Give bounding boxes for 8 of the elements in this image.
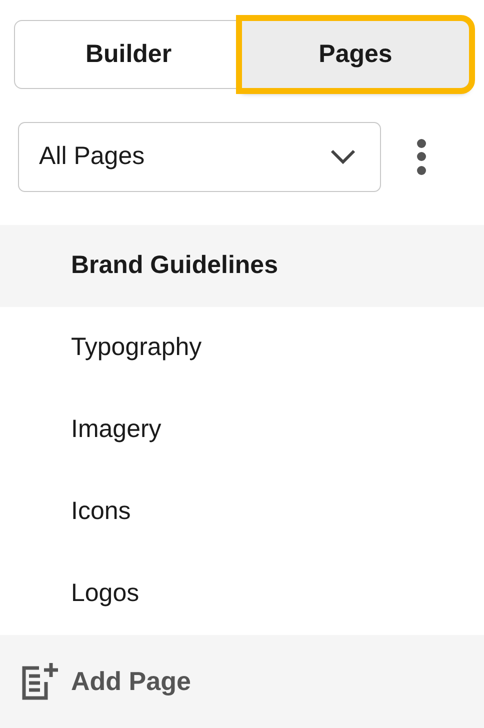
- tab[interactable]: Builder: [15, 21, 242, 88]
- add-page-icon: [20, 662, 58, 700]
- chevron-down-icon: [330, 148, 356, 165]
- page-filter-dropdown[interactable]: All Pages: [18, 122, 381, 192]
- tab[interactable]: Pages: [242, 21, 469, 88]
- add-page-button[interactable]: Add Page: [0, 634, 484, 728]
- more-options-icon[interactable]: [415, 138, 427, 175]
- page-list-item[interactable]: Brand Guidelines: [0, 224, 484, 307]
